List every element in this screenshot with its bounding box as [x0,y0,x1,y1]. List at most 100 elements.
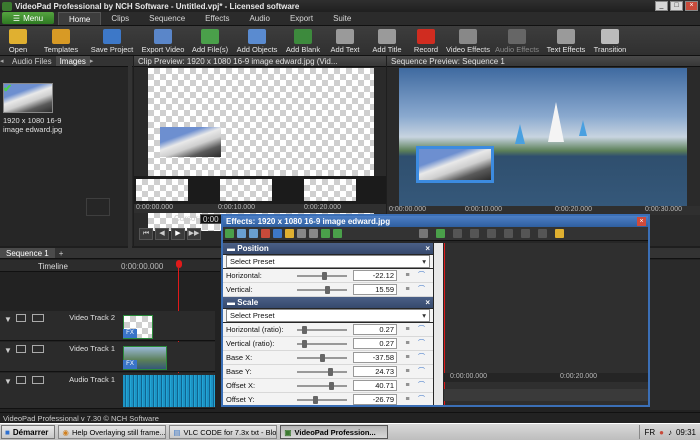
step-forward-icon[interactable]: ▶▶ [187,228,201,240]
copy-effect-icon[interactable] [237,229,246,238]
audio-effects-button[interactable]: Audio Effects [492,26,542,56]
panel-splitter[interactable] [128,58,132,248]
move-down-icon[interactable] [321,229,330,238]
move-up-icon[interactable] [333,229,342,238]
param-value-field[interactable]: 0.27 [353,324,397,335]
slider-knob[interactable] [319,354,325,362]
param-slider[interactable] [297,272,347,280]
slider-knob[interactable] [302,326,308,334]
effect-section-position[interactable]: ▬ Position × [223,243,433,254]
overlay-image[interactable] [416,146,494,183]
playhead-marker[interactable] [176,260,182,268]
add-blank-button[interactable]: Add Blank [282,26,324,56]
add-keyframe-icon[interactable] [436,229,445,238]
keyframe-graph-icon[interactable]: ⌒ [417,395,426,404]
step-back-icon[interactable]: ◀ [155,228,169,240]
effects-scrollbar[interactable] [434,243,443,405]
keyframe-graph-icon[interactable]: ⌒ [417,285,426,294]
param-value-field[interactable]: -26.79 [353,394,397,405]
menu-button[interactable]: ☰ Menu [2,12,54,24]
effect-section-scale[interactable]: ▬ Scale × [223,297,433,308]
menu-icon[interactable]: ≡ [403,353,412,362]
expand-icon[interactable]: ▼ [4,346,12,355]
param-slider[interactable] [297,340,347,348]
kf-zoom-bar[interactable] [444,389,648,401]
scroll-right-icon[interactable]: ▸ [90,56,94,66]
close-button[interactable]: × [685,1,698,11]
menu-icon[interactable]: ≡ [403,381,412,390]
language-indicator[interactable]: FR [644,428,655,437]
keyframe-graph-icon[interactable]: ⌒ [417,325,426,334]
film-icon[interactable] [32,345,44,353]
task-videopad[interactable]: ▣ VideoPad Profession... [280,425,389,439]
preset-select[interactable]: Select Preset [226,309,430,322]
keyframe-graph-icon[interactable]: ⌒ [417,381,426,390]
expand-icon[interactable]: ▼ [4,315,12,324]
tray-icon[interactable]: ● [659,428,664,437]
add-text-button[interactable]: Add Text [324,26,366,56]
menu-icon[interactable]: ≡ [403,325,412,334]
slider-knob[interactable] [324,286,330,294]
keyframe-tool-icon[interactable] [453,229,462,238]
templates-button[interactable]: Templates [36,26,86,56]
maximize-button[interactable]: □ [670,1,683,11]
expand-icon[interactable]: ▼ [4,377,12,386]
remove-effect-icon[interactable] [261,229,270,238]
add-title-button[interactable]: Add Title [366,26,408,56]
param-slider[interactable] [297,286,347,294]
param-slider[interactable] [297,354,347,362]
param-slider[interactable] [297,368,347,376]
add-objects-button[interactable]: Add Objects [232,26,282,56]
record-button[interactable]: Record [408,26,444,56]
transition-button[interactable]: Transition [590,26,630,56]
keyframe-tool-icon[interactable] [470,229,479,238]
start-button[interactable]: ■ Démarrer [1,425,56,439]
param-value-field[interactable]: 0.27 [353,338,397,349]
kf-ruler[interactable]: 0:00:00.000 0:00:20.000 [444,373,648,382]
keyframe-tool-icon[interactable] [487,229,496,238]
save-project-button[interactable]: Save Project [86,26,138,56]
add-file-s-button[interactable]: Add File(s) [188,26,232,56]
menu-icon[interactable]: ≡ [403,285,412,294]
minimize-button[interactable]: _ [655,1,668,11]
play-icon[interactable]: ▶ [171,228,185,240]
preset-select[interactable]: Select Preset [226,255,430,268]
effects-close-icon[interactable]: × [637,217,646,226]
param-slider[interactable] [297,382,347,390]
tab-sequence[interactable]: Sequence [139,12,195,25]
param-slider[interactable] [297,326,347,334]
add-sequence-button[interactable]: + [55,248,68,258]
paste-effect-icon[interactable] [249,229,258,238]
go-start-icon[interactable]: ⏮ [139,228,153,240]
monitor-icon[interactable] [16,345,26,353]
save-chain-icon[interactable] [273,229,282,238]
monitor-icon[interactable] [16,314,26,322]
tab-home[interactable]: Home [58,12,102,25]
tab-images[interactable]: Images [55,56,90,66]
slider-knob[interactable] [321,272,327,280]
chain-icon[interactable] [297,229,306,238]
audio-clip-icon[interactable] [32,376,44,384]
param-value-field[interactable]: 24.73 [353,366,397,377]
volume-icon[interactable]: ♪ [668,428,672,437]
keyframe-graph-icon[interactable]: ⌒ [417,353,426,362]
param-slider[interactable] [297,396,347,404]
collapse-icon[interactable]: ▬ [227,298,237,307]
keyframe-tool-icon[interactable] [538,229,547,238]
remove-effect-icon[interactable]: × [425,243,430,254]
param-value-field[interactable]: 40.71 [353,380,397,391]
chain-icon[interactable] [309,229,318,238]
tab-audio-files[interactable]: Audio Files [8,56,56,66]
scroll-left-icon[interactable]: ◂ [0,56,8,66]
export-video-button[interactable]: Export Video [138,26,188,56]
tab-effects[interactable]: Effects [195,12,239,25]
task-vlc[interactable]: ▤ VLC CODE for 7.3x txt - Blo... [169,425,278,439]
tab-suite[interactable]: Suite [323,12,361,25]
collapse-icon[interactable]: ▬ [227,244,237,253]
clip-ruler[interactable]: 0:00:00.000 0:00:10.000 0:00:20.000 [134,204,386,213]
audio-waveform[interactable] [123,375,215,407]
param-value-field[interactable]: -37.58 [353,352,397,363]
keyframe-graph-icon[interactable]: ⌒ [417,367,426,376]
tab-sequence-1[interactable]: Sequence 1 [0,248,55,258]
menu-icon[interactable]: ≡ [403,271,412,280]
